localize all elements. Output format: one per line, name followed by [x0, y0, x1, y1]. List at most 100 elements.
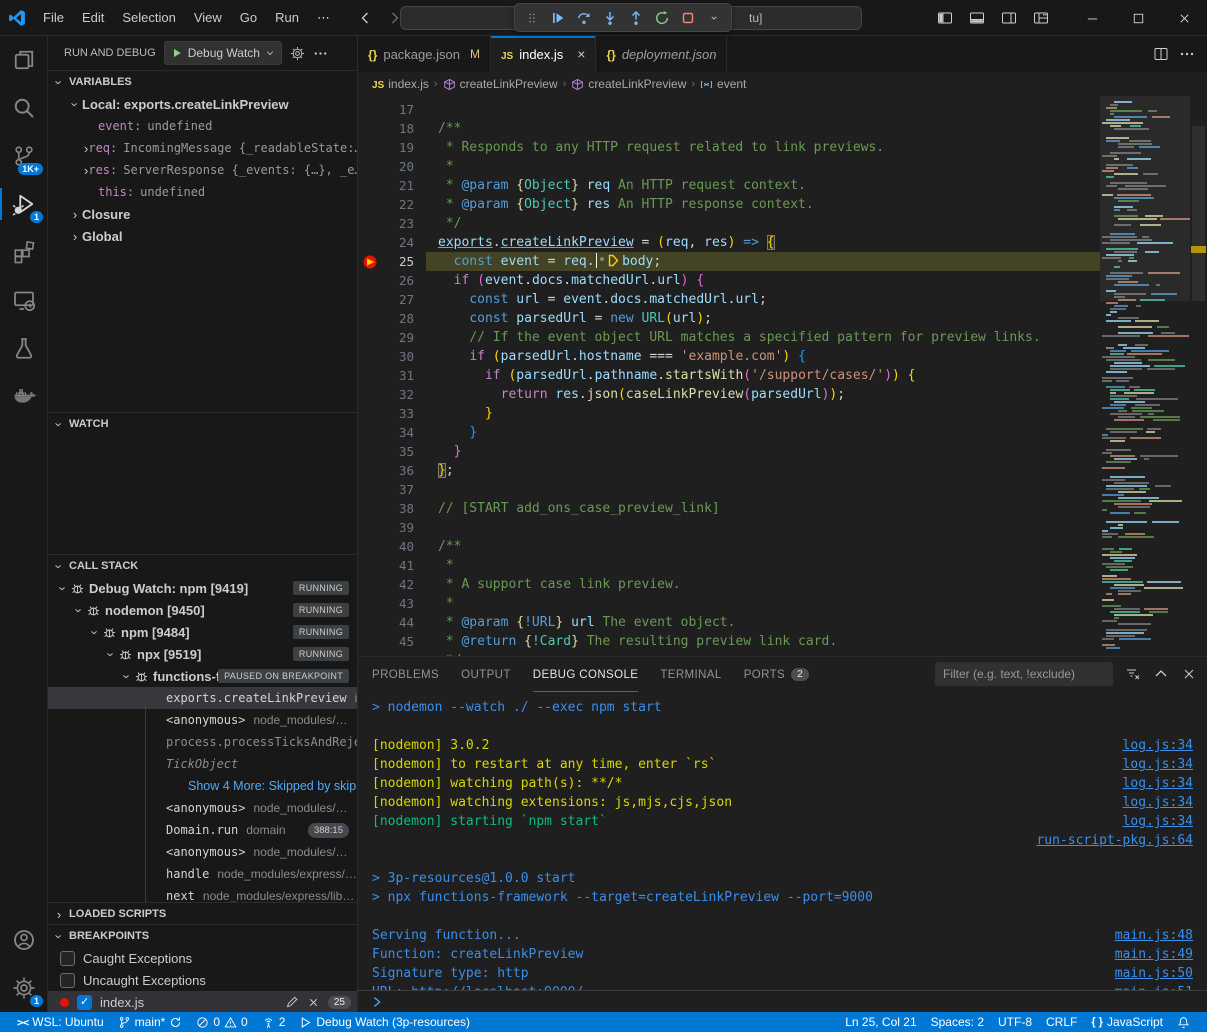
- code-text[interactable]: return res.json(caseLinkPreview(parsedUr…: [426, 385, 1100, 404]
- stack-frame-row[interactable]: nextnode_modules/express/lib/ro...: [48, 885, 357, 902]
- activity-remote-explorer-icon[interactable]: [0, 276, 48, 324]
- code-text[interactable]: const url = event.docs.matchedUrl.url;: [426, 290, 1100, 309]
- code-text[interactable]: *: [426, 556, 1100, 575]
- back-button[interactable]: [353, 6, 377, 30]
- stop-button[interactable]: [675, 5, 701, 30]
- breakpoint-checkbox[interactable]: [77, 995, 92, 1010]
- gutter[interactable]: 27: [358, 290, 426, 309]
- code-line-17[interactable]: 17: [358, 100, 1100, 119]
- breadcrumb-item[interactable]: event: [700, 77, 746, 91]
- code-text[interactable]: * @return {!Card} The resulting preview …: [426, 632, 1100, 651]
- code-line-20[interactable]: 20 *: [358, 157, 1100, 176]
- gutter[interactable]: 32: [358, 385, 426, 404]
- split-editor-icon[interactable]: [1153, 46, 1169, 62]
- sidebar-more-actions-icon[interactable]: [313, 46, 328, 61]
- activity-run-and-debug-icon[interactable]: 1: [0, 180, 48, 228]
- debug-settings-gear-icon[interactable]: [290, 46, 305, 61]
- code-line-18[interactable]: 18/**: [358, 119, 1100, 138]
- code-text[interactable]: [426, 100, 1100, 119]
- code-line-33[interactable]: 33 }: [358, 404, 1100, 423]
- debug-session-row[interactable]: ›functions-fra...PAUSED ON BREAKPOINT: [48, 665, 357, 687]
- debug-session-row[interactable]: ›nodemon [9450]RUNNING: [48, 599, 357, 621]
- variable-row[interactable]: ›res:ServerResponse {_events: {…}, _e…: [48, 159, 357, 181]
- gutter[interactable]: 20: [358, 157, 426, 176]
- menu-run[interactable]: Run: [266, 5, 308, 31]
- code-text[interactable]: [426, 480, 1100, 499]
- gutter[interactable]: 29: [358, 328, 426, 347]
- activity-source-control-icon[interactable]: 1K+: [0, 132, 48, 180]
- code-text[interactable]: // [START add_ons_case_preview_link]: [426, 499, 1100, 518]
- tab-deployment-json[interactable]: {}deployment.json: [596, 36, 727, 72]
- step-out-button[interactable]: [623, 5, 649, 30]
- code-text[interactable]: *: [426, 157, 1100, 176]
- status-utf-8[interactable]: UTF-8: [991, 1012, 1039, 1032]
- section-variables[interactable]: ›VARIABLES: [48, 71, 357, 93]
- code-line-26[interactable]: 26 if (event.docs.matchedUrl.url) {: [358, 271, 1100, 290]
- source-link[interactable]: main.js:48: [1115, 926, 1193, 945]
- code-text[interactable]: /**: [426, 119, 1100, 138]
- toggle-primary-sidebar-icon[interactable]: [931, 5, 959, 31]
- gutter[interactable]: 19: [358, 138, 426, 157]
- exception-breakpoint-row[interactable]: Caught Exceptions: [48, 947, 357, 969]
- status-javascript[interactable]: { }JavaScript: [1084, 1012, 1170, 1032]
- debug-console-repl-input[interactable]: [358, 990, 1207, 1012]
- code-text[interactable]: }: [426, 423, 1100, 442]
- toggle-panel-icon[interactable]: [963, 5, 991, 31]
- source-link[interactable]: log.js:34: [1123, 812, 1193, 831]
- code-line-45[interactable]: 45 * @return {!Card} The resulting previ…: [358, 632, 1100, 651]
- gutter[interactable]: 31: [358, 366, 426, 385]
- panel-tab-debug-console[interactable]: DEBUG CONSOLE: [533, 657, 639, 692]
- stack-frame-row[interactable]: Show 4 More: Skipped by skipFiles: [48, 775, 357, 797]
- stack-frame-row[interactable]: process.processTicksAndRejections: [48, 731, 357, 753]
- show-more-frames-link[interactable]: Show 4 More: Skipped by skipFiles: [188, 779, 357, 793]
- edit-breakpoint-icon[interactable]: [285, 995, 299, 1009]
- gutter[interactable]: 30: [358, 347, 426, 366]
- console-filter-input[interactable]: Filter (e.g. text, !exclude): [935, 662, 1113, 686]
- minimize-button[interactable]: [1069, 0, 1115, 36]
- code-line-35[interactable]: 35 }: [358, 442, 1100, 461]
- code-line-36[interactable]: 36};: [358, 461, 1100, 480]
- source-link[interactable]: main.js:50: [1115, 964, 1193, 983]
- gutter[interactable]: 40: [358, 537, 426, 556]
- gutter[interactable]: 42: [358, 575, 426, 594]
- code-text[interactable]: exports.createLinkPreview = (req, res) =…: [426, 233, 1100, 252]
- code-text[interactable]: }: [426, 404, 1100, 423]
- breakpoint-checkbox[interactable]: [60, 973, 75, 988]
- code-text[interactable]: // If the event object URL matches a spe…: [426, 328, 1100, 347]
- gutter[interactable]: 18: [358, 119, 426, 138]
- source-link[interactable]: log.js:34: [1123, 774, 1193, 793]
- code-line-32[interactable]: 32 return res.json(caseLinkPreview(parse…: [358, 385, 1100, 404]
- gutter[interactable]: 33: [358, 404, 426, 423]
- code-line-42[interactable]: 42 * A support case link preview.: [358, 575, 1100, 594]
- variable-row[interactable]: event:undefined: [48, 115, 357, 137]
- status-0[interactable]: 00: [189, 1012, 254, 1032]
- maximize-button[interactable]: [1115, 0, 1161, 36]
- debug-session-row[interactable]: ›npm [9484]RUNNING: [48, 621, 357, 643]
- gutter[interactable]: 34: [358, 423, 426, 442]
- activity-accounts-icon[interactable]: [0, 916, 48, 964]
- code-text[interactable]: /**: [426, 537, 1100, 556]
- editor-more-actions-icon[interactable]: [1179, 46, 1195, 62]
- code-line-27[interactable]: 27 const url = event.docs.matchedUrl.url…: [358, 290, 1100, 309]
- code-line-37[interactable]: 37: [358, 480, 1100, 499]
- breakpoint-row[interactable]: index.js25: [48, 991, 357, 1012]
- activity-extensions-icon[interactable]: [0, 228, 48, 276]
- activity-settings-icon[interactable]: 1: [0, 964, 48, 1012]
- code-text[interactable]: if (parsedUrl.hostname === 'example.com'…: [426, 347, 1100, 366]
- variables-scope-row[interactable]: ›Closure: [48, 203, 357, 225]
- code-line-24[interactable]: 24exports.createLinkPreview = (req, res)…: [358, 233, 1100, 252]
- code-line-38[interactable]: 38// [START add_ons_case_preview_link]: [358, 499, 1100, 518]
- code-text[interactable]: * @param {!URL} url The event object.: [426, 613, 1100, 632]
- code-line-29[interactable]: 29 // If the event object URL matches a …: [358, 328, 1100, 347]
- breadcrumb[interactable]: JSindex.js›createLinkPreview›createLinkP…: [358, 72, 1207, 96]
- inline-breakpoint-icon[interactable]: [608, 254, 619, 267]
- code-line-31[interactable]: 31 if (parsedUrl.pathname.startsWith('/s…: [358, 366, 1100, 385]
- close-panel-icon[interactable]: [1181, 666, 1197, 682]
- code-text[interactable]: * Responds to any HTTP request related t…: [426, 138, 1100, 157]
- gutter[interactable]: 24: [358, 233, 426, 252]
- breadcrumb-item[interactable]: JSindex.js: [372, 77, 429, 91]
- status-main[interactable]: main*: [111, 1012, 190, 1032]
- code-text[interactable]: if (event.docs.matchedUrl.url) {: [426, 271, 1100, 290]
- code-text[interactable]: * @param {Object} req An HTTP request co…: [426, 176, 1100, 195]
- tab-index-js[interactable]: JSindex.js×: [491, 36, 597, 72]
